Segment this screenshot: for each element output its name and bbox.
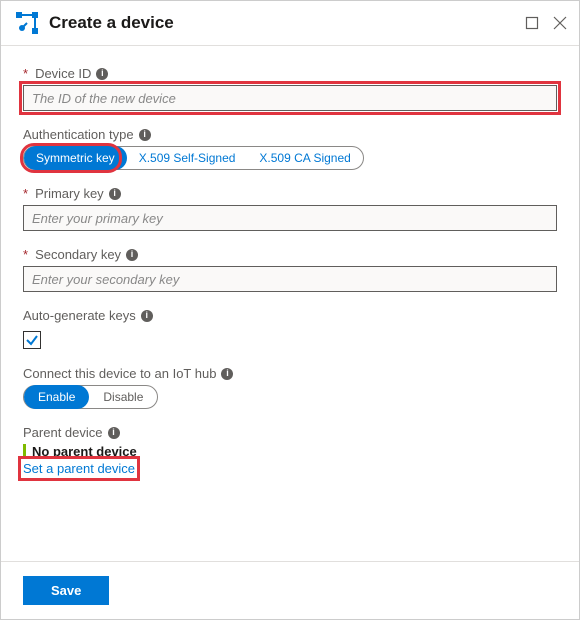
maximize-icon: [525, 16, 539, 30]
secondary-key-label: Secondary key: [35, 247, 121, 262]
device-icon: [15, 11, 39, 35]
primary-key-label: Primary key: [35, 186, 104, 201]
connect-hub-label: Connect this device to an IoT hub: [23, 366, 216, 381]
auth-option-x509-ca-signed[interactable]: X.509 CA Signed: [247, 147, 362, 169]
info-icon[interactable]: i: [108, 427, 120, 439]
connect-hub-enable[interactable]: Enable: [24, 385, 89, 409]
auth-option-x509-self-signed[interactable]: X.509 Self-Signed: [127, 147, 248, 169]
device-id-input[interactable]: [23, 85, 557, 111]
set-parent-device-link[interactable]: Set a parent device: [23, 461, 135, 476]
auto-generate-label: Auto-generate keys: [23, 308, 136, 323]
info-icon[interactable]: i: [96, 68, 108, 80]
parent-device-label-row: Parent device i: [23, 425, 557, 440]
panel-footer: Save: [1, 561, 579, 619]
secondary-key-field: * Secondary key i: [23, 247, 557, 292]
info-icon[interactable]: i: [126, 249, 138, 261]
connect-hub-disable[interactable]: Disable: [89, 386, 157, 408]
window-controls: [525, 16, 567, 30]
required-marker: *: [23, 186, 28, 201]
connect-hub-label-row: Connect this device to an IoT hub i: [23, 366, 557, 381]
panel-title: Create a device: [49, 13, 525, 33]
info-icon[interactable]: i: [109, 188, 121, 200]
auto-generate-field: Auto-generate keys i: [23, 308, 557, 350]
save-button[interactable]: Save: [23, 576, 109, 605]
close-button[interactable]: [553, 16, 567, 30]
required-marker: *: [23, 66, 28, 81]
form-content: * Device ID i Authentication type i Symm…: [1, 46, 579, 502]
primary-key-field: * Primary key i: [23, 186, 557, 231]
auth-option-symmetric-key[interactable]: Symmetric key: [24, 146, 127, 170]
device-id-field: * Device ID i: [23, 66, 557, 111]
info-icon[interactable]: i: [141, 310, 153, 322]
checkmark-icon: [25, 333, 39, 347]
connect-hub-field: Connect this device to an IoT hub i Enab…: [23, 366, 557, 409]
device-id-label-row: * Device ID i: [23, 66, 557, 81]
auto-generate-label-row: Auto-generate keys i: [23, 308, 557, 323]
panel-header: Create a device: [1, 1, 579, 46]
connect-hub-toggle: Enable Disable: [23, 385, 158, 409]
close-icon: [553, 16, 567, 30]
device-id-label: Device ID: [35, 66, 91, 81]
auth-type-label: Authentication type: [23, 127, 134, 142]
primary-key-input[interactable]: [23, 205, 557, 231]
secondary-key-input[interactable]: [23, 266, 557, 292]
primary-key-label-row: * Primary key i: [23, 186, 557, 201]
auth-type-selector: Symmetric key X.509 Self-Signed X.509 CA…: [23, 146, 364, 170]
info-icon[interactable]: i: [221, 368, 233, 380]
auto-generate-checkbox[interactable]: [23, 331, 41, 349]
info-icon[interactable]: i: [139, 129, 151, 141]
auth-type-field: Authentication type i Symmetric key X.50…: [23, 127, 557, 170]
auth-type-label-row: Authentication type i: [23, 127, 557, 142]
parent-device-field: Parent device i No parent device Set a p…: [23, 425, 557, 476]
parent-device-label: Parent device: [23, 425, 103, 440]
parent-device-value-line: No parent device: [23, 444, 137, 459]
secondary-key-label-row: * Secondary key i: [23, 247, 557, 262]
parent-device-value: No parent device: [32, 444, 137, 459]
maximize-button[interactable]: [525, 16, 539, 30]
required-marker: *: [23, 247, 28, 262]
